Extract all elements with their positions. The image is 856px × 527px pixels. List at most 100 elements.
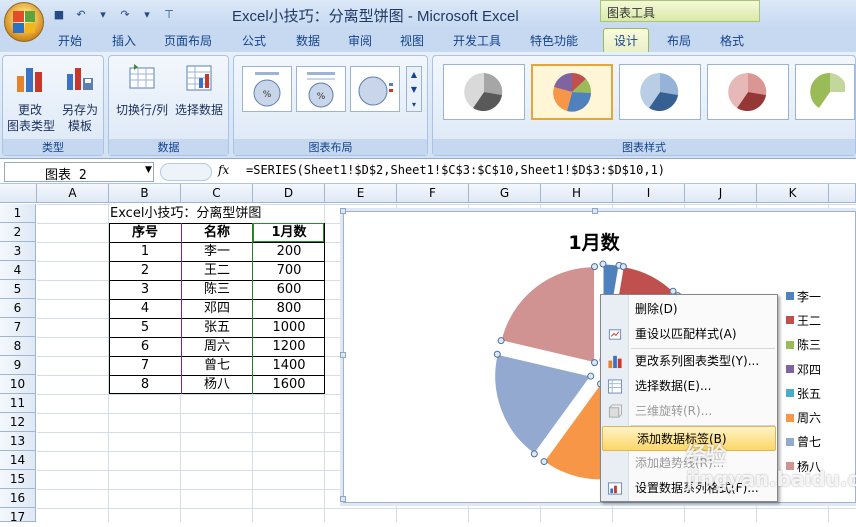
table-header[interactable]: 1月数 [253, 223, 325, 242]
change-chart-type-button[interactable]: 更改 图表类型 [7, 60, 55, 134]
table-header[interactable]: 序号 [109, 223, 181, 242]
selection-handle[interactable] [591, 263, 599, 271]
resize-handle[interactable] [592, 208, 598, 214]
table-cell[interactable]: 1 [109, 242, 181, 261]
table-cell[interactable]: 4 [109, 299, 181, 318]
column-header[interactable]: A [37, 184, 109, 203]
row-header[interactable]: 7 [0, 318, 36, 337]
row-header[interactable]: 12 [0, 413, 36, 432]
selection-handle[interactable] [591, 359, 599, 367]
layout-thumb-1[interactable]: % [242, 66, 292, 112]
name-box[interactable]: 图表 2 [4, 162, 154, 183]
selection-handle[interactable] [619, 263, 627, 271]
save-icon[interactable]: ■ [50, 5, 68, 23]
table-cell[interactable]: 曾七 [181, 356, 253, 375]
column-header[interactable]: E [325, 184, 397, 203]
menu-item-delete[interactable]: 删除(D) [601, 297, 777, 322]
column-header[interactable]: F [397, 184, 469, 203]
table-header[interactable]: 名称 [181, 223, 253, 242]
dropdown-icon[interactable]: ▾ [94, 5, 112, 23]
row-header[interactable]: 3 [0, 242, 36, 261]
table-cell[interactable]: 1600 [253, 375, 325, 394]
column-header[interactable]: H [541, 184, 613, 203]
table-cell[interactable]: 王二 [181, 261, 253, 280]
column-header[interactable]: G [469, 184, 541, 203]
customize-qat-icon[interactable]: ⊤ [160, 5, 178, 23]
row-header[interactable]: 1 [0, 204, 36, 223]
table-cell[interactable]: 5 [109, 318, 181, 337]
resize-handle[interactable] [340, 208, 346, 214]
selection-handle[interactable] [497, 337, 505, 345]
chart-style-1[interactable] [443, 64, 525, 120]
resize-handle[interactable] [340, 352, 346, 358]
row-header[interactable]: 14 [0, 451, 36, 470]
fx-icon[interactable]: fx [218, 163, 229, 177]
table-cell[interactable]: 600 [253, 280, 325, 299]
selection-handle[interactable] [540, 458, 548, 466]
dropdown-icon[interactable]: ▾ [138, 5, 156, 23]
undo-icon[interactable]: ↶ [72, 5, 90, 23]
tab-page-layout[interactable]: 页面布局 [164, 32, 212, 49]
tab-data[interactable]: 数据 [296, 32, 320, 49]
table-cell[interactable]: 700 [253, 261, 325, 280]
column-header[interactable]: D [253, 184, 325, 203]
row-header[interactable]: 6 [0, 299, 36, 318]
row-header[interactable]: 15 [0, 470, 36, 489]
switch-row-column-button[interactable]: 切换行/列 [113, 60, 171, 118]
tab-home[interactable]: 开始 [58, 32, 82, 49]
column-header[interactable]: I [613, 184, 685, 203]
selection-handle[interactable] [587, 372, 595, 380]
tab-formulas[interactable]: 公式 [242, 32, 266, 49]
pie-slice-杨八[interactable] [500, 266, 596, 364]
table-cell[interactable]: 6 [109, 337, 181, 356]
tab-special[interactable]: 特色功能 [530, 32, 578, 49]
table-cell[interactable]: 7 [109, 356, 181, 375]
layout-thumb-2[interactable]: % [296, 66, 346, 112]
chart-style-5[interactable] [795, 64, 855, 120]
table-cell[interactable]: 800 [253, 299, 325, 318]
tab-developer[interactable]: 开发工具 [453, 32, 501, 49]
tab-format[interactable]: 格式 [720, 32, 744, 49]
selection-handle[interactable] [493, 350, 501, 358]
selection-handle[interactable] [599, 260, 607, 268]
table-cell[interactable]: 1200 [253, 337, 325, 356]
layout-gallery-scroll[interactable]: ▲ ▼ ▾ [406, 66, 422, 112]
column-header[interactable]: B [109, 184, 181, 203]
row-header[interactable]: 10 [0, 375, 36, 394]
row-header[interactable]: 11 [0, 394, 36, 413]
table-cell[interactable]: 邓四 [181, 299, 253, 318]
menu-item-change-series-chart-type[interactable]: 更改系列图表类型(Y)... [601, 349, 777, 374]
tab-design[interactable]: 设计 [603, 28, 650, 54]
table-cell[interactable]: 3 [109, 280, 181, 299]
table-cell[interactable]: 张五 [181, 318, 253, 337]
select-all-corner[interactable] [0, 184, 37, 203]
formula-input[interactable]: =SERIES(Sheet1!$D$2,Sheet1!$C$3:$C$10,Sh… [246, 163, 665, 177]
row-header[interactable]: 16 [0, 489, 36, 508]
table-cell[interactable]: 1000 [253, 318, 325, 337]
row-header[interactable]: 2 [0, 223, 36, 242]
row-header[interactable]: 5 [0, 280, 36, 299]
row-header[interactable]: 13 [0, 432, 36, 451]
row-header[interactable]: 9 [0, 356, 36, 375]
tab-review[interactable]: 审阅 [348, 32, 372, 49]
chart-style-3[interactable] [619, 64, 701, 120]
table-cell[interactable]: 200 [253, 242, 325, 261]
layout-thumb-3[interactable] [350, 66, 400, 112]
table-cell[interactable]: 周六 [181, 337, 253, 356]
row-header[interactable]: 8 [0, 337, 36, 356]
column-header[interactable] [829, 184, 856, 203]
table-cell[interactable]: 陈三 [181, 280, 253, 299]
menu-item-reset-style[interactable]: 重设以匹配样式(A) [601, 322, 777, 347]
sheet-title-cell[interactable]: Excel小技巧：分离型饼图 [110, 204, 262, 223]
selection-handle[interactable] [530, 450, 538, 458]
save-as-template-button[interactable]: 另存为 模板 [57, 60, 103, 134]
redo-icon[interactable]: ↷ [116, 5, 134, 23]
table-cell[interactable]: 杨八 [181, 375, 253, 394]
office-button[interactable] [4, 2, 44, 42]
namebox-dropdown-icon[interactable]: ▼ [145, 165, 152, 175]
tab-view[interactable]: 视图 [400, 32, 424, 49]
chart-style-4[interactable] [707, 64, 789, 120]
select-data-button[interactable]: 选择数据 [171, 60, 227, 118]
column-header[interactable]: C [181, 184, 253, 203]
row-header[interactable]: 17 [0, 508, 36, 524]
